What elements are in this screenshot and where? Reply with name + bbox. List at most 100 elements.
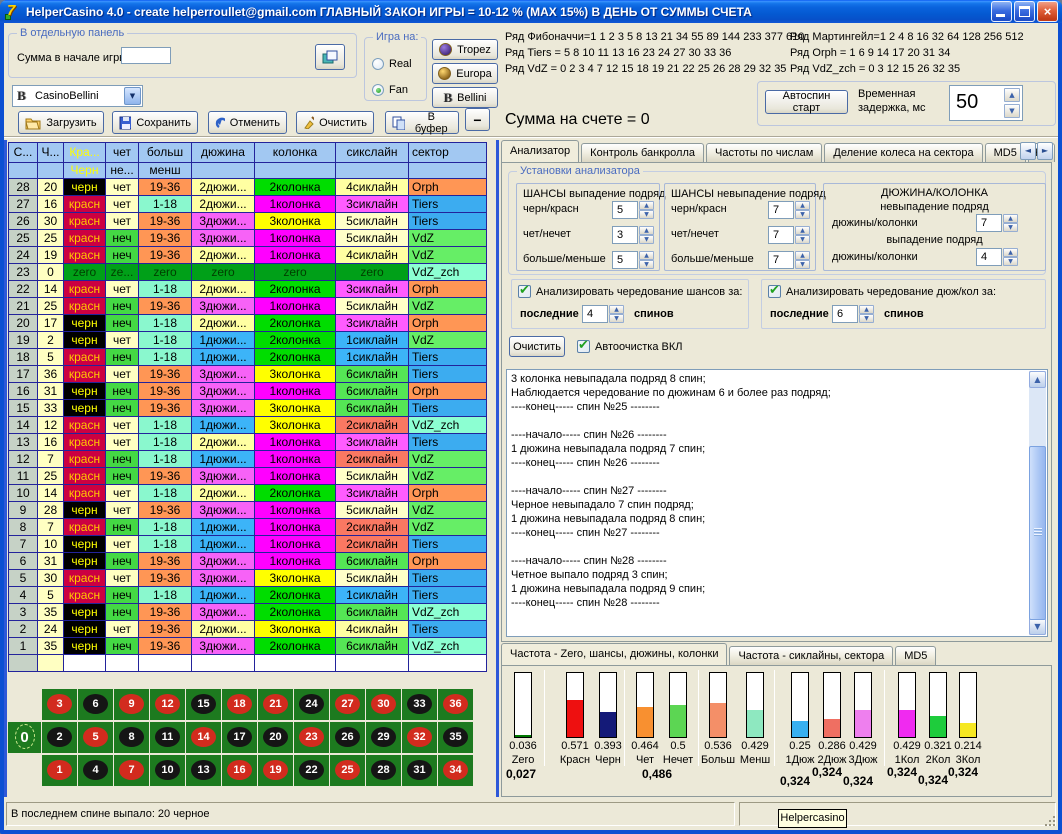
resize-grip[interactable]: [1044, 815, 1056, 827]
history-table-row[interactable]: 185красннеч1-181дюжи...2колонка1сиклайнT…: [9, 349, 487, 366]
board-number-16[interactable]: 16: [222, 755, 257, 786]
spin-up-icon[interactable]: ▲: [639, 226, 654, 235]
spin-down-icon[interactable]: ▼: [1003, 223, 1018, 232]
board-zero-cell[interactable]: 0: [8, 722, 41, 753]
board-number-11[interactable]: 11: [150, 722, 185, 753]
spin-down-icon[interactable]: ▼: [795, 235, 810, 244]
board-number-15[interactable]: 15: [186, 689, 221, 720]
history-table-row[interactable]: 1014краснчет1-182дюжи...2колонка3сиклайн…: [9, 485, 487, 502]
radio-real[interactable]: Real: [372, 58, 412, 70]
tab-scroll-left-icon[interactable]: ◄: [1020, 142, 1036, 160]
board-number-14[interactable]: 14: [186, 722, 221, 753]
history-table-row[interactable]: 928чернчет19-363дюжи...1колонка5сиклайнV…: [9, 502, 487, 519]
history-table-row[interactable]: 1125красннеч19-363дюжи...1колонка5сиклай…: [9, 468, 487, 485]
board-number-25[interactable]: 25: [330, 755, 365, 786]
tab-4[interactable]: Деление колеса на сектора: [824, 143, 982, 162]
history-table-row[interactable]: 2820чернчет19-362дюжи...2колонка4сиклайн…: [9, 179, 487, 196]
save-button[interactable]: Сохранить: [112, 111, 198, 134]
tab-2[interactable]: Контроль банкролла: [581, 143, 704, 162]
board-number-9[interactable]: 9: [114, 689, 149, 720]
history-table-row[interactable]: 230zeroze...zerozerozerozeroVdZ_zch: [9, 264, 487, 281]
board-number-32[interactable]: 32: [402, 722, 437, 753]
start-sum-input[interactable]: [121, 47, 171, 64]
tab-3[interactable]: MD5: [895, 646, 936, 665]
board-number-17[interactable]: 17: [222, 722, 257, 753]
history-table-row[interactable]: 710чернчет1-181дюжи...1колонка2сиклайнTi…: [9, 536, 487, 553]
alt-dozen-checkbox[interactable]: ✔: [768, 285, 781, 298]
board-number-12[interactable]: 12: [150, 689, 185, 720]
board-number-18[interactable]: 18: [222, 689, 257, 720]
board-number-33[interactable]: 33: [402, 689, 437, 720]
spin-up-icon[interactable]: ▲: [609, 305, 624, 314]
close-button[interactable]: ×: [1037, 1, 1058, 22]
casino-button-tropez[interactable]: Tropez: [432, 39, 498, 60]
spin-down-icon[interactable]: ▼: [639, 235, 654, 244]
radio-fan[interactable]: Fan: [372, 84, 408, 96]
history-table-row[interactable]: 1631черннеч19-363дюжи...1колонка6сиклайн…: [9, 383, 487, 400]
casino-select[interactable]: B CasinoBellini ▼: [12, 85, 143, 107]
alt-chances-checkbox[interactable]: ✔: [518, 285, 531, 298]
history-table-row[interactable]: 2214краснчет1-182дюжи...2колонка3сиклайн…: [9, 281, 487, 298]
spin-down-icon[interactable]: ▼: [859, 314, 874, 323]
spin-up-icon[interactable]: ▲: [1003, 214, 1018, 223]
tab-2[interactable]: Частота - сиклайны, сектора: [729, 646, 893, 665]
board-number-28[interactable]: 28: [366, 755, 401, 786]
board-number-4[interactable]: 4: [78, 755, 113, 786]
board-number-8[interactable]: 8: [114, 722, 149, 753]
delay-spin-down[interactable]: ▼: [1004, 104, 1020, 118]
spin-up-icon[interactable]: ▲: [795, 251, 810, 260]
maximize-button[interactable]: [1014, 1, 1035, 22]
board-number-27[interactable]: 27: [330, 689, 365, 720]
casino-button-europa[interactable]: Europa: [432, 63, 498, 84]
board-number-20[interactable]: 20: [258, 722, 293, 753]
board-number-10[interactable]: 10: [150, 755, 185, 786]
history-table-row[interactable]: 1533черннеч19-363дюжи...3колонка6сиклайн…: [9, 400, 487, 417]
board-number-26[interactable]: 26: [330, 722, 365, 753]
board-number-6[interactable]: 6: [78, 689, 113, 720]
board-number-2[interactable]: 2: [42, 722, 77, 753]
clear-button[interactable]: Очистить: [296, 111, 374, 134]
delay-spin-up[interactable]: ▲: [1004, 88, 1020, 102]
history-table-row[interactable]: 127красннеч1-181дюжи...1колонка2сиклайнV…: [9, 451, 487, 468]
analyzer-clear-button[interactable]: Очистить: [509, 336, 565, 357]
tab-3[interactable]: Частоты по числам: [706, 143, 822, 162]
history-table-row[interactable]: 530краснчет19-363дюжи...3колонка5сиклайн…: [9, 570, 487, 587]
scroll-up-icon[interactable]: ▲: [1029, 371, 1046, 388]
tab-1[interactable]: Анализатор: [501, 140, 579, 162]
board-number-21[interactable]: 21: [258, 689, 293, 720]
board-number-19[interactable]: 19: [258, 755, 293, 786]
board-number-5[interactable]: 5: [78, 722, 113, 753]
history-table-row[interactable]: 2125красннеч19-363дюжи...1колонка5сиклай…: [9, 298, 487, 315]
collapse-button[interactable]: −: [465, 108, 490, 131]
board-number-24[interactable]: 24: [294, 689, 329, 720]
spin-down-icon[interactable]: ▼: [795, 210, 810, 219]
history-table-row[interactable]: 2525красннеч19-363дюжи...1колонка5сиклай…: [9, 230, 487, 247]
spin-up-icon[interactable]: ▲: [795, 201, 810, 210]
splitter[interactable]: [496, 140, 499, 797]
board-number-7[interactable]: 7: [114, 755, 149, 786]
board-number-23[interactable]: 23: [294, 722, 329, 753]
board-number-3[interactable]: 3: [42, 689, 77, 720]
history-table-row[interactable]: 335черннеч19-363дюжи...2колонка6сиклайнV…: [9, 604, 487, 621]
board-number-36[interactable]: 36: [438, 689, 473, 720]
history-table-row[interactable]: 45красннеч1-181дюжи...2колонка1сиклайнTi…: [9, 587, 487, 604]
casino-button-bellini[interactable]: BBellini: [432, 87, 498, 108]
history-table-row[interactable]: 2716краснчет1-182дюжи...1колонка3сиклайн…: [9, 196, 487, 213]
spin-up-icon[interactable]: ▲: [795, 226, 810, 235]
autospin-start-button[interactable]: Автоспин старт: [765, 90, 848, 114]
history-table-row[interactable]: 192чернчет1-181дюжи...2колонка1сиклайнVd…: [9, 332, 487, 349]
tab-scroll-right-icon[interactable]: ►: [1037, 142, 1053, 160]
spin-up-icon[interactable]: ▲: [1003, 248, 1018, 257]
history-table-row[interactable]: 2630краснчет19-363дюжи...3колонка5сиклай…: [9, 213, 487, 230]
board-number-13[interactable]: 13: [186, 755, 221, 786]
combo-dropdown-button[interactable]: ▼: [124, 87, 141, 105]
load-button[interactable]: Загрузить: [18, 111, 104, 134]
spin-up-icon[interactable]: ▲: [639, 251, 654, 260]
delay-spin[interactable]: 50 ▲ ▼: [949, 85, 1023, 121]
scroll-down-icon[interactable]: ▼: [1029, 618, 1046, 635]
spin-down-icon[interactable]: ▼: [609, 314, 624, 323]
history-table-row[interactable]: 1316краснчет1-182дюжи...1колонка3сиклайн…: [9, 434, 487, 451]
board-number-34[interactable]: 34: [438, 755, 473, 786]
board-number-35[interactable]: 35: [438, 722, 473, 753]
board-number-30[interactable]: 30: [366, 689, 401, 720]
